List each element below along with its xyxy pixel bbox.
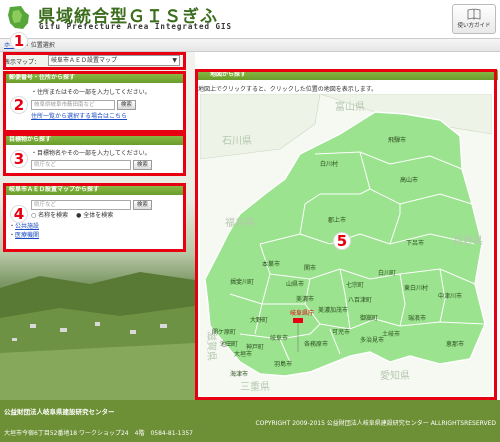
highlight-frame-landmark: [3, 133, 186, 176]
footer-copyright: COPYRIGHT 2009-2015 公益財団法人岐阜県建設研究センター AL…: [255, 420, 496, 427]
callout-number-4: 4: [10, 205, 28, 223]
scenery-fields: [0, 272, 195, 400]
footer: 公益財団法人岐阜県建設研究センター 大垣市今宿6丁目52番地18 ワークショップ…: [0, 400, 500, 442]
breadcrumb-current: 位置選択: [30, 42, 55, 49]
callout-number-1: 1: [10, 32, 28, 50]
book-icon: [467, 8, 481, 20]
breadcrumb-bar: [0, 38, 500, 52]
highlight-frame-postal: [3, 71, 186, 133]
footer-organization: 公益財団法人岐阜県建設研究センター: [4, 408, 115, 416]
app-subtitle: Gifu Prefecture Area Integrated GIS: [39, 22, 233, 31]
callout-number-5: 5: [333, 232, 351, 250]
highlight-frame-map-select: [3, 52, 186, 70]
callout-number-3: 3: [10, 150, 28, 168]
footer-address: 大垣市今宿6丁目52番地18 ワークショップ24 4階 0584-81-1357: [4, 430, 193, 437]
header: 県域統合型ＧＩＳぎふ Gifu Prefecture Area Integrat…: [0, 0, 500, 38]
callout-number-2: 2: [10, 96, 28, 114]
usage-guide-button[interactable]: 使い方ガイド: [452, 4, 496, 34]
highlight-frame-aed: [3, 183, 186, 252]
usage-guide-label: 使い方ガイド: [457, 23, 491, 29]
gifu-logo-icon: [8, 6, 29, 29]
